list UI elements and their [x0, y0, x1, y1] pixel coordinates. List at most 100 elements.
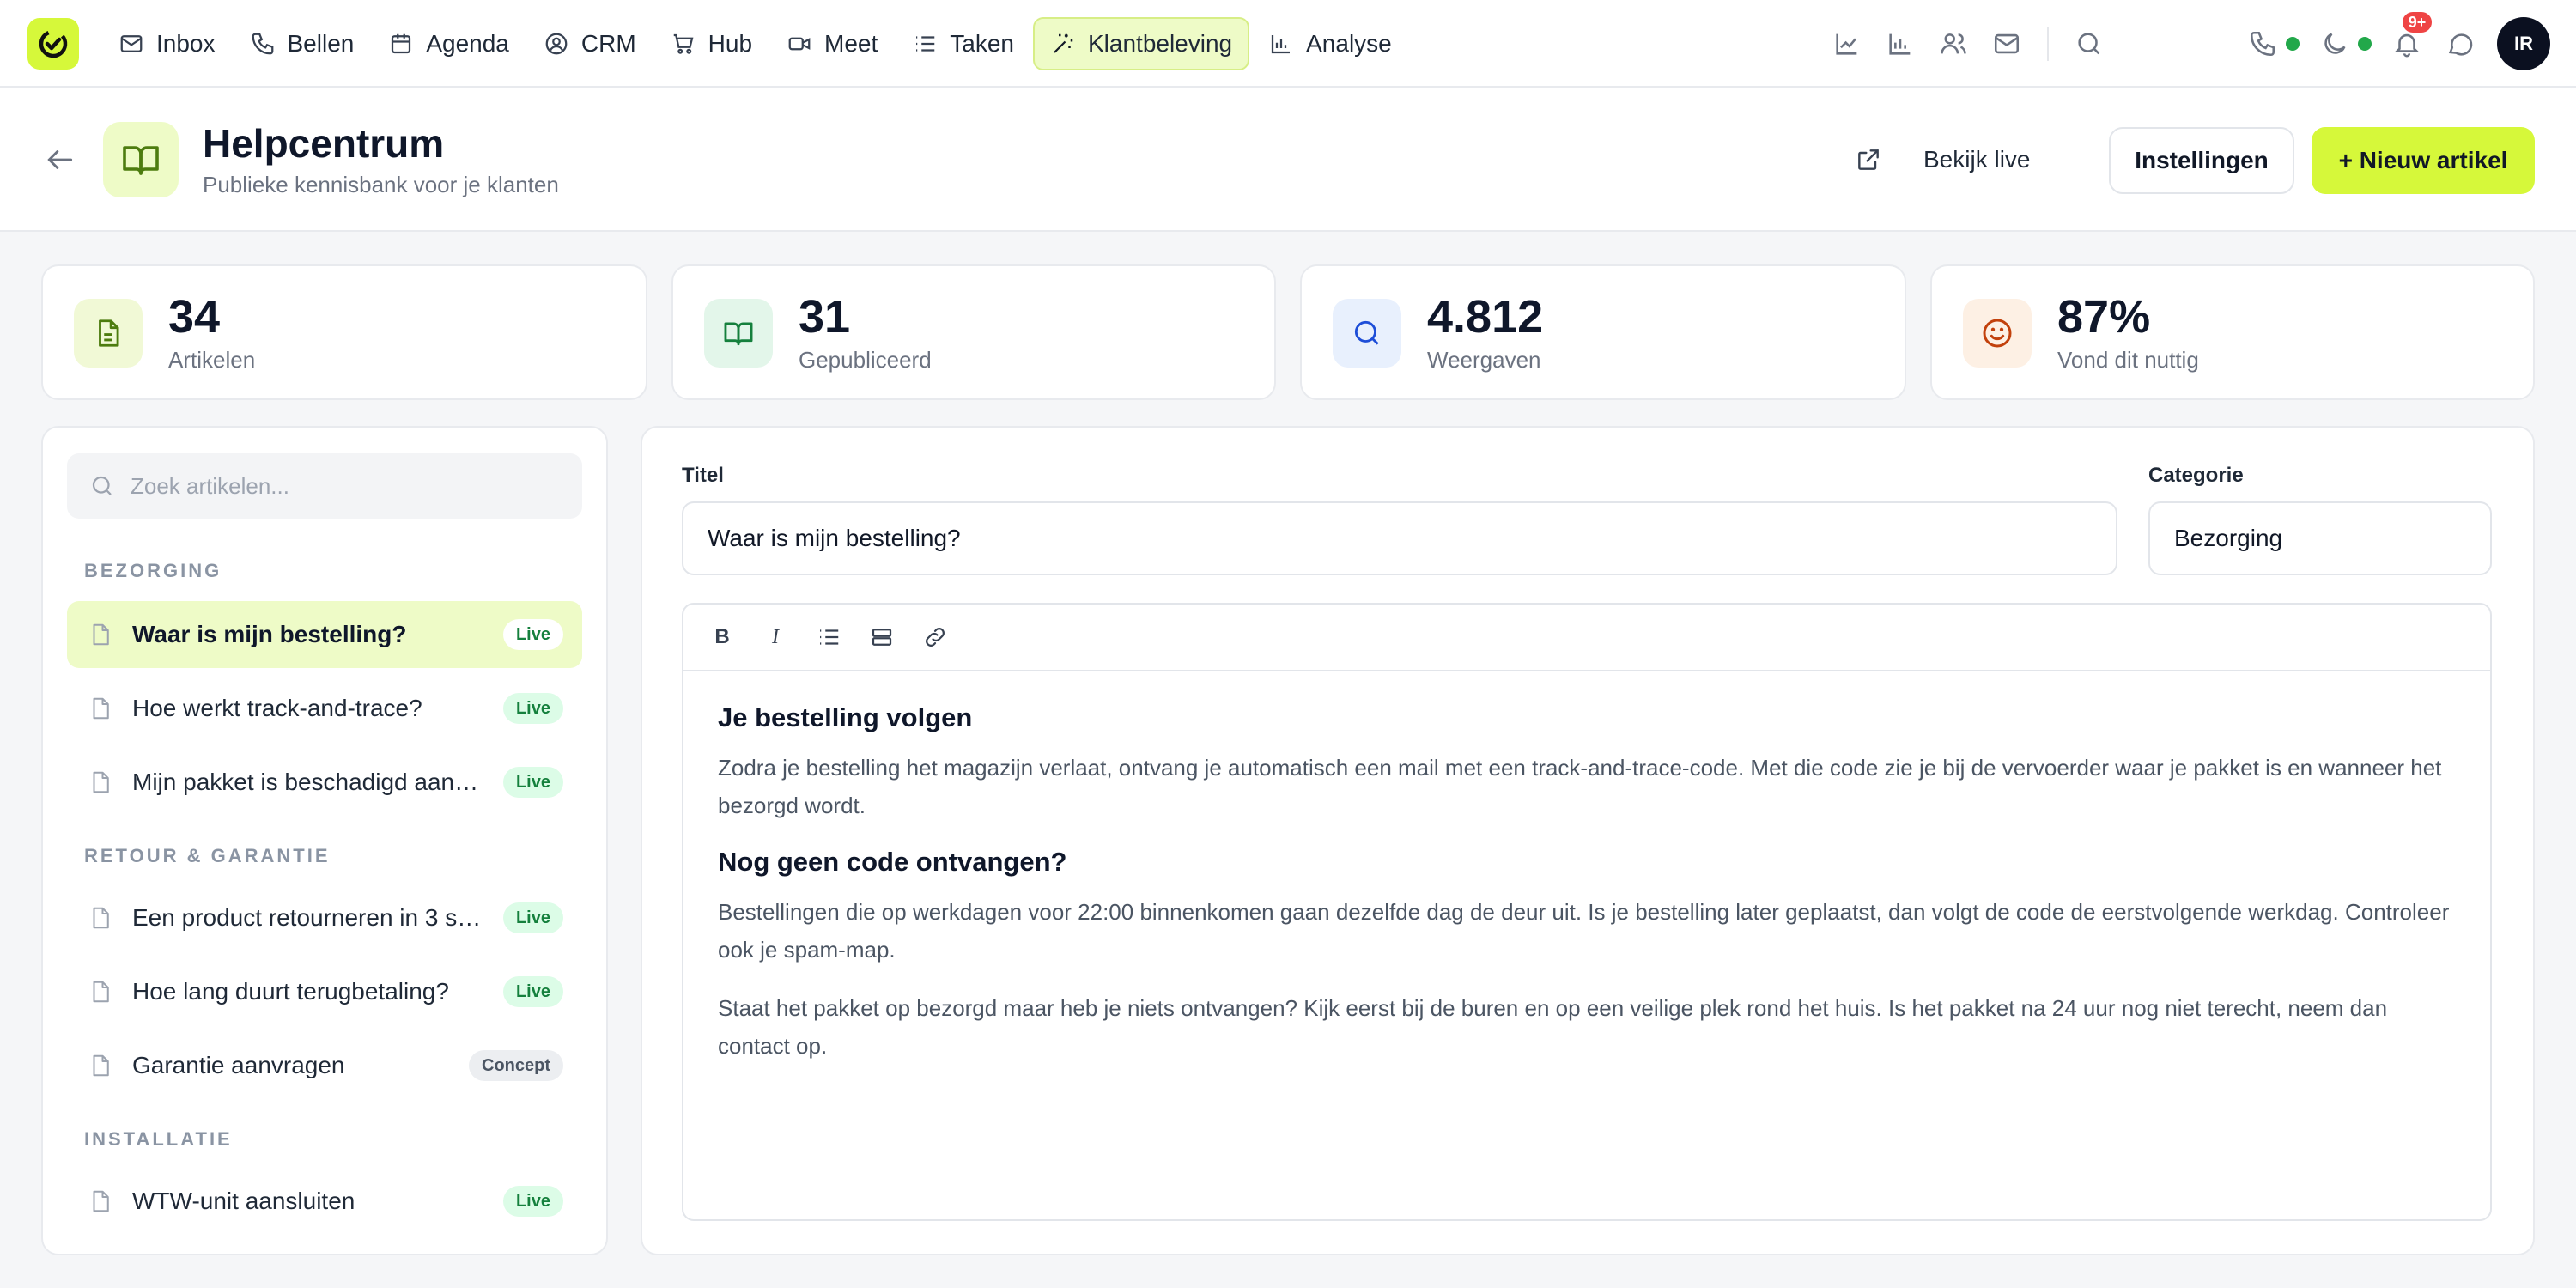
nav-item-label: Hub — [708, 30, 753, 57]
users-icon — [1941, 33, 1966, 54]
list-item[interactable]: Een product retourneren in 3 stappen Liv… — [67, 884, 582, 951]
list-item[interactable]: WTW-unit aansluiten Live — [67, 1168, 582, 1235]
mail-icon — [1994, 33, 2020, 54]
online-status-dot — [2286, 37, 2300, 51]
back-button[interactable] — [39, 139, 81, 180]
search-icon — [1354, 320, 1379, 345]
category-field-label: Categorie — [2148, 464, 2244, 487]
book-icon — [724, 322, 753, 346]
sparkle-icon — [1054, 33, 1073, 53]
stat-card-published: 31 Gepubliceerd — [671, 264, 1276, 400]
nav-item-label: Taken — [950, 30, 1014, 57]
stat-icon-tile — [74, 299, 143, 368]
category-select[interactable]: Bezorging — [2148, 501, 2492, 575]
status-badge: Live — [502, 619, 563, 650]
stat-value: 31 — [799, 291, 851, 343]
article-title: WTW-unit aansluiten — [132, 1188, 355, 1214]
editor-content[interactable]: Je bestelling volgen Zodra je bestelling… — [683, 671, 2490, 1116]
messages-button[interactable] — [1989, 26, 2025, 62]
trend-button[interactable] — [1829, 26, 1865, 62]
main-nav: Inbox Bellen Agenda CRM Hub Meet Taken K… — [103, 17, 1407, 70]
nav-item-label: Inbox — [156, 30, 216, 57]
stat-value: 34 — [168, 291, 221, 343]
nav-item-inbox[interactable]: Inbox — [103, 17, 231, 70]
list-item[interactable]: Mijn pakket is beschadigd aangekomen Liv… — [67, 749, 582, 816]
team-button[interactable] — [1935, 26, 1971, 62]
nav-item-analyse[interactable]: Analyse — [1253, 17, 1407, 70]
article-title: Garantie aanvragen — [132, 1052, 345, 1078]
chat-button[interactable] — [2442, 26, 2478, 62]
italic-button[interactable]: I — [759, 621, 792, 653]
file-icon — [93, 1054, 109, 1077]
nav-item-taken[interactable]: Taken — [896, 17, 1030, 70]
chat-bubble-icon — [2448, 33, 2473, 56]
nav-item-agenda[interactable]: Agenda — [373, 17, 525, 70]
nav-item-meet[interactable]: Meet — [771, 17, 893, 70]
page-title: Helpcentrum — [203, 121, 445, 166]
status-badge: Live — [502, 902, 563, 933]
phone-icon — [2250, 31, 2275, 57]
link-button[interactable] — [919, 621, 951, 653]
list-item[interactable]: Hoe werkt track-and-trace? Live — [67, 675, 582, 742]
app-logo[interactable] — [27, 18, 79, 70]
stat-icon-tile — [1963, 299, 2032, 368]
stats-button[interactable] — [1882, 26, 1918, 62]
nav-item-label: Klantbeleving — [1088, 30, 1233, 57]
list-item[interactable]: Hoe lang duurt terugbetaling? Live — [67, 958, 582, 1025]
link-icon — [926, 628, 945, 647]
call-status-button[interactable] — [2245, 26, 2281, 62]
content-heading: Je bestelling volgen — [718, 702, 973, 732]
nav-item-label: CRM — [580, 30, 636, 57]
user-circle-icon — [545, 33, 568, 55]
user-avatar[interactable]: IR — [2497, 17, 2550, 70]
bold-button[interactable]: B — [706, 621, 738, 653]
arrow-left-icon — [47, 150, 73, 169]
stat-value: 87% — [2057, 291, 2151, 343]
nav-item-label: Agenda — [426, 30, 509, 57]
file-icon — [93, 623, 109, 646]
nav-item-crm[interactable]: CRM — [528, 17, 652, 70]
rich-text-editor: B I Je bestelling volgen Zodra je bestel… — [682, 603, 2492, 1221]
nav-item-label: Meet — [824, 30, 878, 57]
mail-icon — [120, 35, 143, 52]
content-heading: Nog geen code ontvangen? — [718, 847, 1067, 877]
search-input[interactable] — [131, 472, 577, 500]
stat-card-helpful: 87% Vond dit nuttig — [1930, 264, 2535, 400]
file-icon — [93, 697, 109, 720]
nav-right-tools: 9+ IR — [1812, 10, 2550, 70]
stat-value: 4.812 — [1427, 291, 1544, 343]
settings-button[interactable]: Instellingen — [2109, 127, 2294, 194]
file-icon — [93, 907, 109, 929]
view-live-button[interactable]: Bekijk live — [1855, 141, 2030, 179]
article-title: Mijn pakket is beschadigd aangekomen — [132, 769, 486, 795]
new-article-button[interactable]: + Nieuw artikel — [2312, 127, 2535, 194]
phone-icon — [252, 33, 273, 55]
nav-item-klantbeleving[interactable]: Klantbeleving — [1033, 17, 1250, 70]
search-button[interactable] — [2071, 26, 2107, 62]
moon-icon — [2324, 33, 2346, 54]
nav-item-bellen[interactable]: Bellen — [234, 17, 370, 70]
book-open-icon — [123, 146, 159, 175]
top-navigation: Inbox Bellen Agenda CRM Hub Meet Taken K… — [0, 0, 2576, 88]
title-input[interactable]: Waar is mijn bestelling? — [682, 501, 2117, 575]
article-title: Een product retourneren in 3 stappen — [132, 904, 486, 931]
title-field-label: Titel — [682, 464, 724, 487]
content-paragraph: Zodra je bestelling het magazijn verlaat… — [718, 755, 2442, 818]
status-badge: Live — [502, 767, 563, 798]
list-icon — [916, 36, 935, 52]
file-icon — [93, 981, 109, 1003]
stat-label: Weergaven — [1427, 347, 1541, 373]
layout-rows-icon — [872, 629, 892, 646]
article-title: Hoe werkt track-and-trace? — [132, 695, 422, 721]
theme-toggle[interactable] — [2317, 26, 2353, 62]
bullet-list-button[interactable] — [812, 621, 845, 653]
nav-item-label: Analyse — [1306, 30, 1392, 57]
list-item[interactable]: Garantie aanvragen Concept — [67, 1032, 582, 1099]
nav-item-hub[interactable]: Hub — [655, 17, 768, 70]
block-button[interactable] — [866, 621, 898, 653]
list-icon — [820, 629, 839, 645]
list-item[interactable]: Waar is mijn bestelling? Live — [67, 601, 582, 668]
bar-chart-icon — [1272, 35, 1291, 54]
notifications-button[interactable]: 9+ — [2389, 10, 2433, 62]
search-icon — [2078, 33, 2100, 55]
